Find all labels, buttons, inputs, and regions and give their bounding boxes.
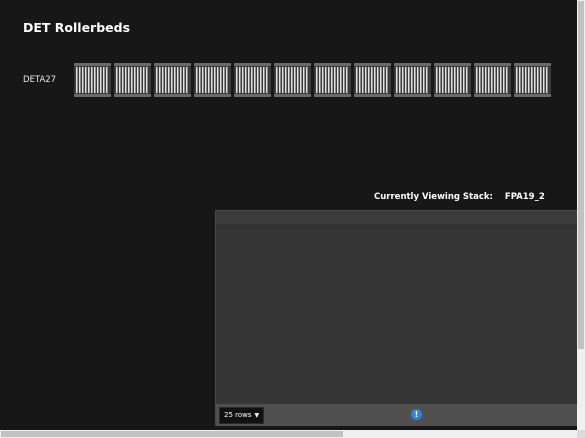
rows-per-page-select[interactable]: 25 rows ▼ (219, 407, 265, 424)
current-stack-value: FPA19_2 (504, 192, 545, 202)
rollerbed-rail (474, 63, 511, 66)
caret-down-icon: ▼ (254, 412, 260, 419)
rollerbed-rail (474, 94, 511, 97)
scrollbar-corner (577, 430, 585, 438)
rollers-icon (436, 67, 469, 93)
rollerbed-row (74, 63, 552, 97)
rollerbed-tile[interactable] (234, 63, 271, 97)
rollerbed-tile[interactable] (474, 63, 511, 97)
rollerbed-tile[interactable] (394, 63, 431, 97)
rollerbed-rail (314, 94, 351, 97)
rollers-icon (156, 67, 189, 93)
rollerbed-rail (74, 94, 111, 97)
rollerbed-rail (274, 63, 311, 66)
rollers-icon (116, 67, 149, 93)
rollerbed-rail (114, 94, 151, 97)
grid-body (216, 231, 578, 404)
rollerbed-rail (234, 94, 271, 97)
rollers-icon (236, 67, 269, 93)
rollerbed-rail (154, 94, 191, 97)
rollerbed-tile[interactable] (314, 63, 351, 97)
rollerbed-rail (354, 63, 391, 66)
rollerbed-rail (154, 63, 191, 66)
rollerbed-tile[interactable] (274, 63, 311, 97)
rollerbed-rail (394, 63, 431, 66)
rollerbed-rail (274, 94, 311, 97)
grid-header (216, 211, 578, 224)
current-stack-label: Currently Viewing Stack: (374, 192, 493, 202)
rollerbed-rail (194, 94, 231, 97)
rollers-icon (396, 67, 429, 93)
rollerbed-rail (354, 94, 391, 97)
rollerbed-rail (514, 63, 551, 66)
rollerbed-rail (74, 63, 111, 66)
vertical-scrollbar[interactable] (577, 0, 585, 430)
rollers-icon (316, 67, 349, 93)
rollers-icon (196, 67, 229, 93)
rollerbed-tile[interactable] (514, 63, 551, 97)
grid-footer: 25 rows ▼ ! (216, 404, 578, 426)
rollers-icon (76, 67, 109, 93)
page-title: DET Rollerbeds (23, 20, 131, 35)
grid-filter-row (216, 224, 578, 231)
rollers-icon (476, 67, 509, 93)
rollerbed-rail (234, 63, 271, 66)
rollerbed-rail (314, 63, 351, 66)
rollerbed-tile[interactable] (194, 63, 231, 97)
rollers-icon (516, 67, 549, 93)
horizontal-scrollbar[interactable] (0, 430, 577, 438)
rollerbed-tile[interactable] (354, 63, 391, 97)
rollerbed-rail (434, 94, 471, 97)
rollerbed-tile[interactable] (114, 63, 151, 97)
stack-grid: 25 rows ▼ ! (215, 210, 578, 426)
rollerbed-rail (114, 63, 151, 66)
rollerbed-tile[interactable] (154, 63, 191, 97)
rollerbed-rail (194, 63, 231, 66)
rollerbed-rail (434, 63, 471, 66)
rollerbed-row-label: DETA27 (23, 75, 57, 85)
horizontal-scrollbar-thumb[interactable] (1, 431, 343, 437)
rollers-icon (276, 67, 309, 93)
info-icon[interactable]: ! (411, 409, 422, 420)
rollerbed-tile[interactable] (74, 63, 111, 97)
current-stack-info: Currently Viewing Stack: FPA19_2 (374, 192, 545, 202)
rollerbed-tile[interactable] (434, 63, 471, 97)
vertical-scrollbar-thumb[interactable] (578, 1, 584, 349)
rows-per-page-value: 25 rows (224, 411, 252, 419)
rollerbed-rail (514, 94, 551, 97)
rollers-icon (356, 67, 389, 93)
rollerbed-rail (394, 94, 431, 97)
